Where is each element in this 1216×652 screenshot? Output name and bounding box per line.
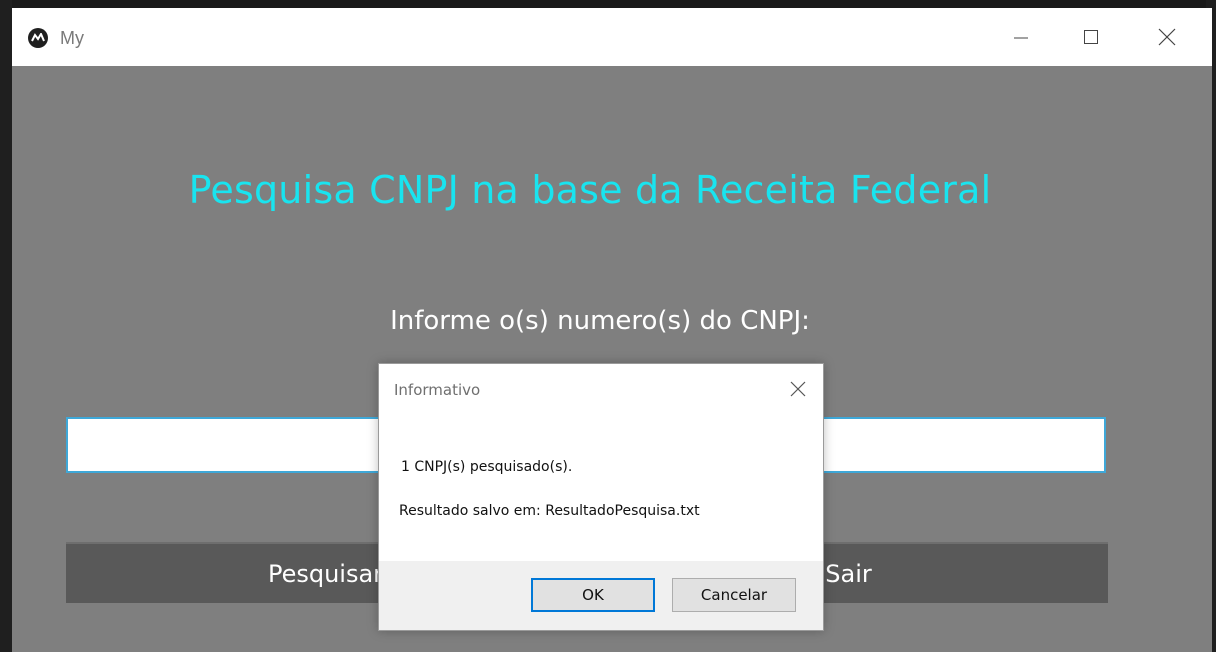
ok-button[interactable]: OK <box>531 578 655 612</box>
close-icon <box>790 381 806 397</box>
maximize-button[interactable] <box>1056 8 1126 66</box>
minimize-button[interactable] <box>986 8 1056 66</box>
desktop-background-left <box>0 0 12 652</box>
window-title: My <box>60 28 84 48</box>
dialog-close-button[interactable] <box>783 375 813 403</box>
app-logo-icon <box>28 28 48 48</box>
cancel-button[interactable]: Cancelar <box>672 578 796 612</box>
info-dialog: Informativo 1 CNPJ(s) pesquisado(s). Res… <box>378 363 824 631</box>
screen: My Pesquisa CNPJ na base da Receita Fede… <box>0 0 1216 652</box>
maximize-icon <box>1084 30 1098 44</box>
close-window-button[interactable] <box>1132 8 1202 66</box>
title-bar[interactable]: My <box>12 8 1212 66</box>
dialog-title: Informativo <box>394 381 481 399</box>
dialog-message-result: Resultado salvo em: ResultadoPesquisa.tx… <box>399 503 700 519</box>
dialog-message-count: 1 CNPJ(s) pesquisado(s). <box>401 459 573 475</box>
dialog-footer: OK Cancelar <box>379 561 823 630</box>
minimize-icon <box>1014 37 1028 39</box>
cnpj-prompt-label: Informe o(s) numero(s) do CNPJ: <box>390 306 810 336</box>
page-title: Pesquisa CNPJ na base da Receita Federal <box>188 168 992 212</box>
close-icon <box>1158 28 1176 46</box>
